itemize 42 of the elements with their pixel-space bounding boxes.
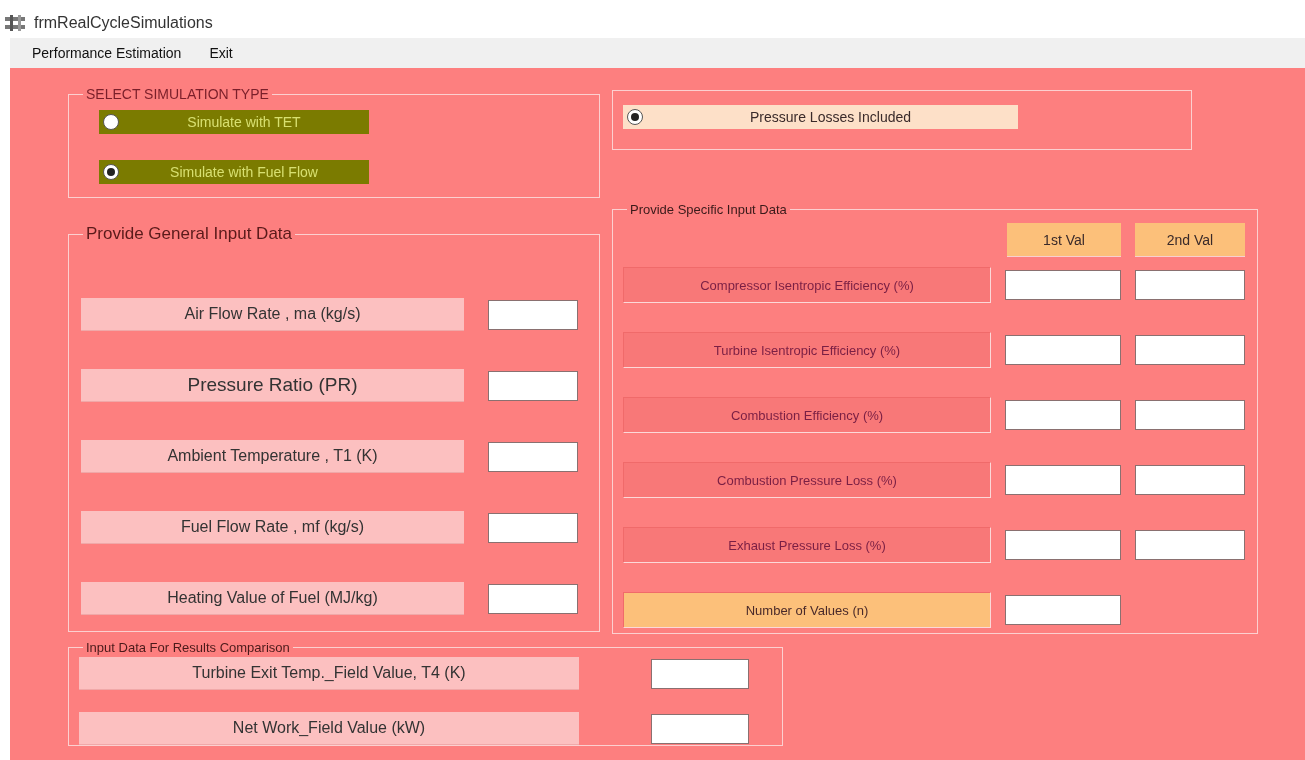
group-title: SELECT SIMULATION TYPE — [85, 86, 270, 102]
input-field[interactable] — [488, 583, 578, 614]
input-field[interactable] — [1135, 530, 1245, 560]
input-field[interactable] — [1005, 400, 1121, 430]
input-field[interactable] — [488, 299, 578, 330]
column-header: 2nd Val — [1135, 223, 1245, 257]
app-icon — [4, 15, 26, 31]
input-field[interactable] — [1135, 400, 1245, 430]
field-label: Combustion Pressure Loss (%) — [623, 462, 991, 498]
input-field[interactable] — [1135, 335, 1245, 365]
field-label: Exhaust Pressure Loss (%) — [623, 527, 991, 563]
field-label: Pressure Ratio (PR) — [81, 369, 464, 402]
window-title: frmRealCycleSimulations — [34, 14, 213, 32]
input-field[interactable] — [1005, 270, 1121, 300]
field-label: Fuel Flow Rate , mf (kg/s) — [81, 511, 464, 544]
group-title: Input Data For Results Comparison — [85, 640, 291, 655]
input-field[interactable] — [1005, 595, 1121, 625]
field-label: Combustion Efficiency (%) — [623, 397, 991, 433]
input-field[interactable] — [488, 441, 578, 472]
field-label: Number of Values (n) — [623, 592, 991, 628]
field-label: Net Work_Field Value (kW) — [79, 712, 579, 745]
column-header: 1st Val — [1007, 223, 1121, 257]
group-title: Provide Specific Input Data — [629, 202, 788, 217]
input-field[interactable] — [1005, 530, 1121, 560]
input-field[interactable] — [488, 512, 578, 543]
field-label: Compressor Isentropic Efficiency (%) — [623, 267, 991, 303]
menu-item[interactable]: Exit — [209, 45, 233, 61]
input-field[interactable] — [488, 370, 578, 401]
input-field[interactable] — [1135, 465, 1245, 495]
field-label: Ambient Temperature , T1 (K) — [81, 440, 464, 473]
input-field[interactable] — [651, 658, 749, 689]
input-field[interactable] — [1005, 335, 1121, 365]
field-label: Turbine Isentropic Efficiency (%) — [623, 332, 991, 368]
field-label: Heating Value of Fuel (MJ/kg) — [81, 582, 464, 615]
input-field[interactable] — [1005, 465, 1121, 495]
menu-item[interactable]: Performance Estimation — [32, 45, 182, 61]
radio-option[interactable]: Pressure Losses Included — [623, 105, 1018, 129]
group-title: Provide General Input Data — [85, 224, 293, 244]
input-field[interactable] — [651, 713, 749, 744]
field-label: Turbine Exit Temp._Field Value, T4 (K) — [79, 657, 579, 690]
field-label: Air Flow Rate , ma (kg/s) — [81, 298, 464, 331]
input-field[interactable] — [1135, 270, 1245, 300]
